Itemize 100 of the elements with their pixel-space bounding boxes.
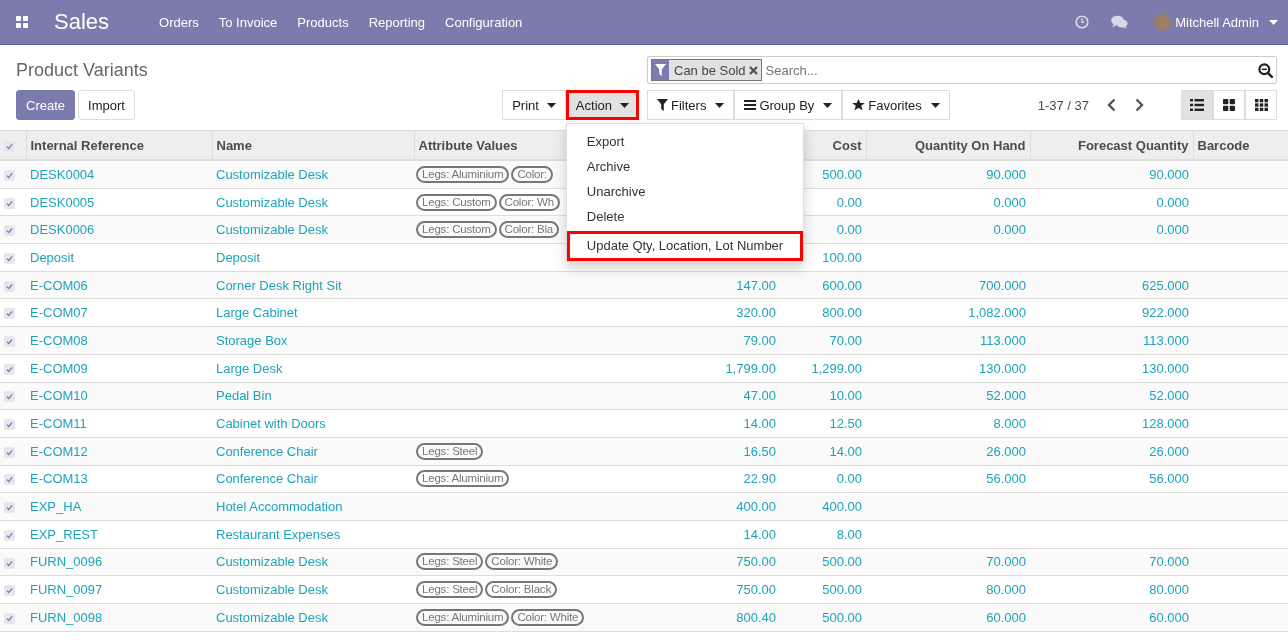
table-cell: Hotel Accommodation xyxy=(216,499,343,515)
caret-icon xyxy=(620,102,629,108)
menu-item[interactable]: Reporting xyxy=(358,14,435,30)
table-cell: 500.00 xyxy=(822,166,862,182)
dropdown-button[interactable]: Print xyxy=(502,90,566,120)
table-cell: 625.000 xyxy=(1142,277,1189,293)
table-cell: Corner Desk Right Sit xyxy=(216,277,342,293)
apps-icon[interactable] xyxy=(16,16,28,28)
attribute-tag: Legs: Steel xyxy=(416,581,484,599)
menu-item[interactable]: Configuration xyxy=(435,14,533,30)
row-checkbox[interactable] xyxy=(4,197,15,209)
table-cell: 147.00 xyxy=(736,277,776,293)
row-checkbox[interactable] xyxy=(4,391,15,403)
app-name: Sales xyxy=(54,9,110,35)
table-cell: E-COM11 xyxy=(30,416,87,432)
table-cell: 47.00 xyxy=(743,388,776,404)
create-button[interactable]: Create xyxy=(16,90,76,120)
row-checkbox[interactable] xyxy=(4,225,15,237)
menu-item[interactable]: To Invoice xyxy=(208,14,288,30)
column-header[interactable]: Forecast Quantity xyxy=(1030,130,1193,160)
row-checkbox[interactable] xyxy=(4,529,15,541)
row-checkbox[interactable] xyxy=(4,419,15,431)
table-cell: 79.00 xyxy=(743,332,776,348)
table-cell: Cabinet with Doors xyxy=(216,416,326,432)
table-cell: 8.000 xyxy=(993,416,1026,432)
row-checkbox[interactable] xyxy=(4,612,15,624)
row-checkbox[interactable] xyxy=(4,474,15,486)
menu-item[interactable]: Products xyxy=(287,14,359,30)
search-icon[interactable] xyxy=(1258,62,1273,78)
clock-icon[interactable] xyxy=(1075,15,1090,29)
column-header[interactable]: Internal Reference xyxy=(26,130,212,160)
attribute-tag: Color: xyxy=(511,165,553,183)
table-cell: E-COM09 xyxy=(30,360,88,376)
remove-icon[interactable] xyxy=(748,65,758,75)
table-cell: 12.50 xyxy=(829,416,862,432)
table-cell: 52.000 xyxy=(1149,388,1189,404)
search-menu-button[interactable]: Group By xyxy=(734,90,843,120)
row-checkbox[interactable] xyxy=(4,336,15,348)
view-switch-button[interactable] xyxy=(1213,90,1245,120)
attribute-tag: Legs: Aluminium xyxy=(416,608,510,626)
filter-icon xyxy=(657,99,668,111)
table-cell: Deposit xyxy=(216,249,261,265)
column-header[interactable]: Quantity On Hand xyxy=(866,130,1030,160)
row-checkbox[interactable] xyxy=(4,502,15,514)
user-menu[interactable]: Mitchell Admin xyxy=(1154,13,1278,31)
table-cell: 130.000 xyxy=(1142,360,1189,376)
table-cell: 70.000 xyxy=(1149,554,1189,570)
table-cell: 1,799.00 xyxy=(725,360,776,376)
table-cell: 400.00 xyxy=(736,499,776,515)
search-menu-button[interactable]: Filters xyxy=(647,90,735,120)
row-checkbox[interactable] xyxy=(4,363,15,375)
table-cell: Storage Box xyxy=(216,332,288,348)
table-cell: DESK0006 xyxy=(30,222,95,238)
table-cell: 1,299.00 xyxy=(811,360,862,376)
table-cell: 70.000 xyxy=(986,554,1026,570)
table-cell: Pedal Bin xyxy=(216,388,272,404)
table-cell: 130.000 xyxy=(979,360,1026,376)
search-field[interactable]: Can be Sold Search... xyxy=(647,56,1277,84)
table-cell: E-COM08 xyxy=(30,332,88,348)
caret-icon xyxy=(1269,19,1278,25)
column-header[interactable]: Barcode xyxy=(1193,130,1288,160)
table-cell: Customizable Desk xyxy=(216,194,328,210)
kanban-view-icon xyxy=(1223,99,1235,111)
dropdown-button[interactable]: Action xyxy=(565,90,639,120)
row-checkbox[interactable] xyxy=(4,308,15,320)
table-cell: Large Desk xyxy=(216,360,283,376)
menu-item[interactable]: Update Qty, Location, Lot Number xyxy=(566,231,803,261)
import-button[interactable]: Import xyxy=(78,90,135,120)
table-cell: Customizable Desk xyxy=(216,222,328,238)
table-cell: 14.00 xyxy=(743,416,776,432)
table-cell: 14.00 xyxy=(829,443,862,459)
select-all-checkbox[interactable] xyxy=(4,140,15,152)
table-cell: 800.00 xyxy=(822,305,862,321)
menu-item[interactable]: Unarchive xyxy=(566,180,803,205)
view-switch-button[interactable] xyxy=(1245,90,1277,120)
table-cell: Customizable Desk xyxy=(216,582,328,598)
table-cell: Restaurant Expenses xyxy=(216,526,341,542)
menu-item[interactable]: Delete xyxy=(566,205,803,230)
view-switch-button[interactable] xyxy=(1181,90,1213,120)
table-cell: 700.000 xyxy=(979,277,1026,293)
chat-icon[interactable] xyxy=(1111,15,1129,29)
table-cell: 60.000 xyxy=(986,609,1026,625)
row-checkbox[interactable] xyxy=(4,585,15,597)
caret-icon xyxy=(823,102,833,108)
star-icon xyxy=(852,99,866,111)
filter-facet[interactable]: Can be Sold xyxy=(651,59,762,81)
table-cell: 0.000 xyxy=(993,222,1026,238)
table-cell: 0.000 xyxy=(993,194,1026,210)
search-menu-button[interactable]: Favorites xyxy=(842,90,950,120)
menu-item[interactable]: Orders xyxy=(149,14,209,30)
column-header[interactable]: Name xyxy=(212,130,414,160)
row-checkbox[interactable] xyxy=(4,446,15,458)
row-checkbox[interactable] xyxy=(4,169,15,181)
row-checkbox[interactable] xyxy=(4,280,15,292)
table-cell: 100.00 xyxy=(822,249,862,265)
table-cell: Conference Chair xyxy=(216,471,318,487)
row-checkbox[interactable] xyxy=(4,557,15,569)
table-cell: Deposit xyxy=(30,249,75,265)
table-cell: 52.000 xyxy=(986,388,1026,404)
row-checkbox[interactable] xyxy=(4,252,15,264)
